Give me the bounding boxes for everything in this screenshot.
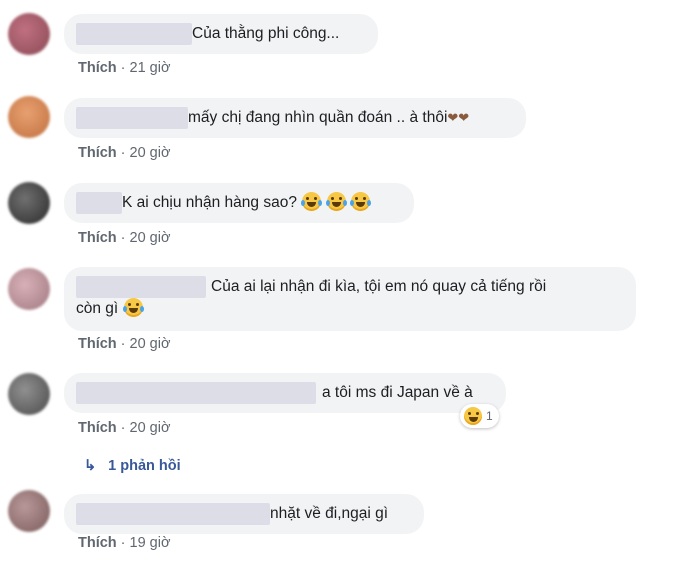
comment-actions: Thích · 20 giờ bbox=[78, 230, 170, 246]
tears-of-joy-emoji bbox=[301, 192, 323, 211]
comment-text: K ai chịu nhận hàng sao? bbox=[122, 194, 297, 211]
comment-bubble: K ai chịu nhận hàng sao? bbox=[64, 183, 414, 223]
comment-bubble: Của ai lại nhận đi kìa, tội em nó quay c… bbox=[64, 267, 636, 331]
commenter-name-redacted[interactable] bbox=[76, 107, 188, 129]
like-button[interactable]: Thích bbox=[78, 60, 117, 76]
like-button[interactable]: Thích bbox=[78, 145, 117, 161]
tears-of-joy-emoji bbox=[349, 192, 371, 211]
separator: · bbox=[120, 145, 126, 161]
like-button[interactable]: Thích bbox=[78, 420, 117, 436]
separator: · bbox=[120, 230, 126, 246]
comment-text: mấy chị đang nhìn quần đoán .. à thôi bbox=[188, 109, 448, 126]
commenter-name-redacted[interactable] bbox=[76, 503, 270, 525]
comment-actions: Thích · 21 giờ bbox=[78, 60, 170, 76]
comment-time[interactable]: 20 giờ bbox=[130, 145, 171, 161]
commenter-name-redacted[interactable] bbox=[76, 382, 316, 404]
comment-time[interactable]: 20 giờ bbox=[130, 420, 171, 436]
replies-count: 1 phản hồi bbox=[108, 458, 181, 474]
comment-bubble: mấy chị đang nhìn quần đoán .. à thôi❤❤ bbox=[64, 98, 526, 138]
comment-actions: Thích · 20 giờ bbox=[78, 420, 170, 436]
comment-bubble: a tôi ms đi Japan về à bbox=[64, 373, 506, 413]
comment-text: a tôi ms đi Japan về à bbox=[322, 384, 473, 401]
avatar[interactable] bbox=[8, 373, 50, 415]
like-button[interactable]: Thích bbox=[78, 230, 117, 246]
comment-actions: Thích · 19 giờ bbox=[78, 535, 170, 551]
comment-actions: Thích · 20 giờ bbox=[78, 336, 170, 352]
tears-of-joy-emoji bbox=[325, 192, 347, 211]
reaction-summary[interactable]: 1 bbox=[460, 404, 499, 428]
view-replies-link[interactable]: ↳ 1 phản hồi bbox=[84, 458, 181, 474]
like-button[interactable]: Thích bbox=[78, 535, 117, 551]
separator: · bbox=[120, 336, 126, 352]
like-button[interactable]: Thích bbox=[78, 336, 117, 352]
comment-bubble: nhặt về đi,ngại gì bbox=[64, 494, 424, 534]
comment-text-continued: còn gì bbox=[76, 300, 119, 317]
avatar[interactable] bbox=[8, 13, 50, 55]
avatar[interactable] bbox=[8, 96, 50, 138]
commenter-name-redacted[interactable] bbox=[76, 276, 206, 298]
reaction-count: 1 bbox=[486, 409, 493, 423]
reply-arrow-icon: ↳ bbox=[84, 458, 97, 474]
avatar[interactable] bbox=[8, 268, 50, 310]
separator: · bbox=[120, 60, 126, 76]
comment-text: Của thằng phi công... bbox=[192, 25, 340, 42]
avatar[interactable] bbox=[8, 490, 50, 532]
comment-time[interactable]: 20 giờ bbox=[130, 336, 171, 352]
comment-time[interactable]: 21 giờ bbox=[130, 60, 171, 76]
tears-of-joy-emoji bbox=[122, 298, 144, 317]
comment-actions: Thích · 20 giờ bbox=[78, 145, 170, 161]
brown-hearts-emoji: ❤❤ bbox=[447, 110, 470, 125]
separator: · bbox=[120, 420, 126, 436]
comment-text: Của ai lại nhận đi kìa, tội em nó quay c… bbox=[211, 278, 547, 295]
haha-reaction-icon bbox=[464, 407, 482, 425]
comment-bubble: Của thằng phi công... bbox=[64, 14, 378, 54]
separator: · bbox=[120, 535, 126, 551]
comment-time[interactable]: 20 giờ bbox=[130, 230, 171, 246]
commenter-name-redacted[interactable] bbox=[76, 23, 192, 45]
commenter-name-redacted[interactable] bbox=[76, 192, 122, 214]
comment-time[interactable]: 19 giờ bbox=[130, 535, 171, 551]
avatar[interactable] bbox=[8, 182, 50, 224]
comment-text: nhặt về đi,ngại gì bbox=[270, 505, 389, 522]
